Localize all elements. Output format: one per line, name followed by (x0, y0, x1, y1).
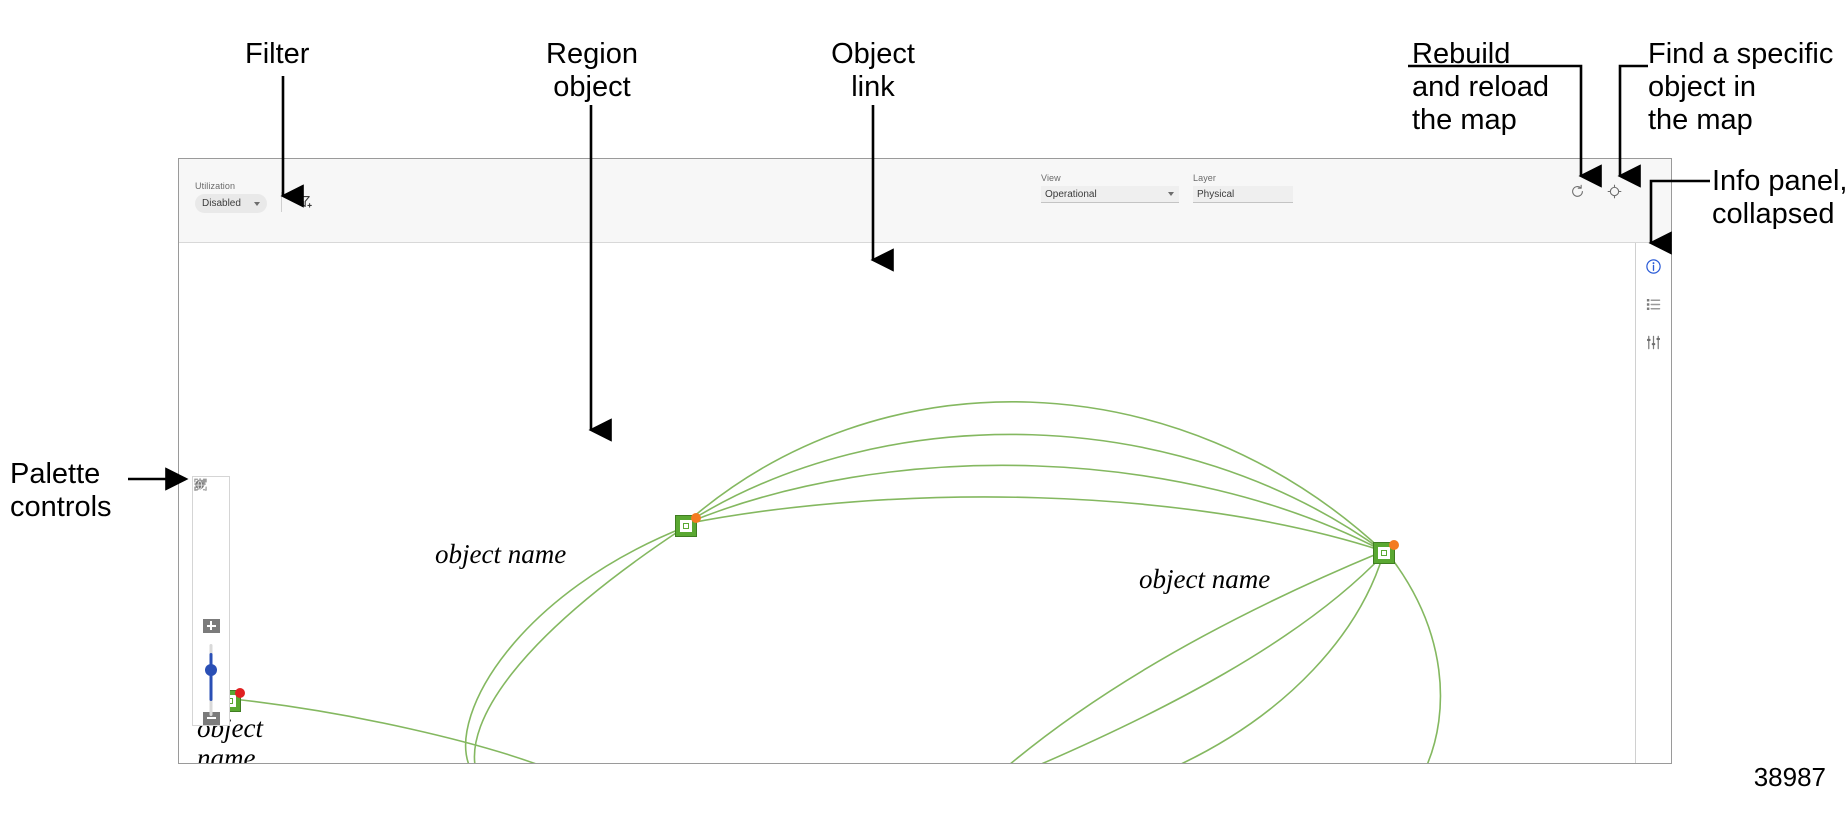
node-status-badge (691, 513, 701, 523)
toolbar-divider (281, 192, 282, 212)
view-select[interactable]: Operational (1041, 186, 1179, 203)
map-application-window: Utilization Disabled View Operational La… (178, 158, 1672, 764)
slider-thumb[interactable] (205, 663, 217, 676)
utilization-dropdown[interactable]: Disabled (195, 194, 267, 213)
sliders-icon (1647, 335, 1660, 349)
utilization-group: Utilization Disabled (195, 181, 316, 213)
node-core-square (683, 523, 689, 529)
filter-button[interactable] (294, 191, 316, 213)
node-status-badge (235, 688, 245, 698)
map-canvas[interactable]: object name object name object name (179, 243, 1635, 763)
region-object-node[interactable] (675, 513, 701, 541)
utilization-label: Utilization (195, 181, 236, 191)
info-panel-settings-button[interactable] (1643, 331, 1665, 353)
zoom-in-button[interactable] (202, 619, 220, 633)
region-object-node[interactable] (1373, 540, 1399, 568)
utilization-value: Disabled (202, 198, 241, 209)
callout-object-link: Object link (831, 38, 915, 103)
map-link-layer (232, 401, 1442, 763)
layer-value: Physical (1197, 188, 1235, 200)
list-icon (1646, 298, 1661, 310)
select-node-button[interactable] (195, 479, 222, 555)
center-map-button[interactable] (194, 478, 222, 528)
node-label: object name (435, 539, 567, 569)
chevron-down-icon (254, 201, 260, 206)
node-status-badge (1389, 540, 1399, 550)
find-object-button[interactable] (1604, 181, 1624, 201)
palette-controls (192, 476, 230, 726)
reload-icon (1571, 184, 1583, 197)
view-field: View Operational (1041, 173, 1179, 203)
view-value: Operational (1045, 188, 1097, 200)
chevron-down-icon (1168, 192, 1174, 196)
layer-label: Layer (1193, 173, 1217, 183)
map-toolbar: Utilization Disabled View Operational La… (179, 159, 1671, 243)
plus-icon (206, 621, 216, 631)
callout-info-panel: Info panel, collapsed (1712, 165, 1848, 230)
toolbar-actions (1567, 181, 1661, 201)
object-link (232, 698, 536, 763)
view-label: View (1041, 173, 1061, 183)
utilization-field: Utilization Disabled (195, 181, 267, 213)
zoom-slider[interactable] (204, 643, 218, 716)
info-circle-icon (1646, 258, 1661, 274)
callout-rebuild-reload: Rebuild and reload the map (1412, 38, 1550, 136)
figure-number: 38987 (1753, 762, 1826, 792)
layer-input[interactable]: Physical (1193, 186, 1293, 203)
callout-region-object: Region object (546, 38, 638, 103)
layer-field: Layer Physical (1193, 173, 1293, 203)
slider-fill (209, 652, 213, 701)
callout-filter: Filter (245, 38, 310, 70)
edit-link-button[interactable] (194, 479, 222, 581)
filter-add-icon (298, 196, 312, 208)
rebuild-reload-button[interactable] (1567, 181, 1587, 201)
info-panel-info-button[interactable] (1643, 255, 1665, 277)
info-panel-collapsed (1635, 243, 1671, 763)
object-link (684, 496, 1384, 552)
object-link (684, 401, 1384, 552)
callout-find-object: Find a specific object in the map (1648, 38, 1834, 136)
view-layer-group: View Operational Layer Physical (1041, 173, 1293, 203)
kebab-menu-icon (1649, 184, 1653, 198)
info-panel-properties-button[interactable] (1643, 293, 1665, 315)
globe-region-icon (195, 478, 207, 491)
node-label: object name (1139, 564, 1271, 594)
object-link (684, 433, 1384, 552)
callout-palette-controls: Palette controls (10, 458, 112, 523)
more-menu-button[interactable] (1641, 181, 1661, 201)
object-link (1388, 554, 1442, 763)
region-tool-button[interactable] (195, 478, 222, 608)
node-core-square (1381, 550, 1387, 556)
locate-crosshair-icon (1607, 184, 1621, 198)
minus-icon (206, 717, 216, 720)
